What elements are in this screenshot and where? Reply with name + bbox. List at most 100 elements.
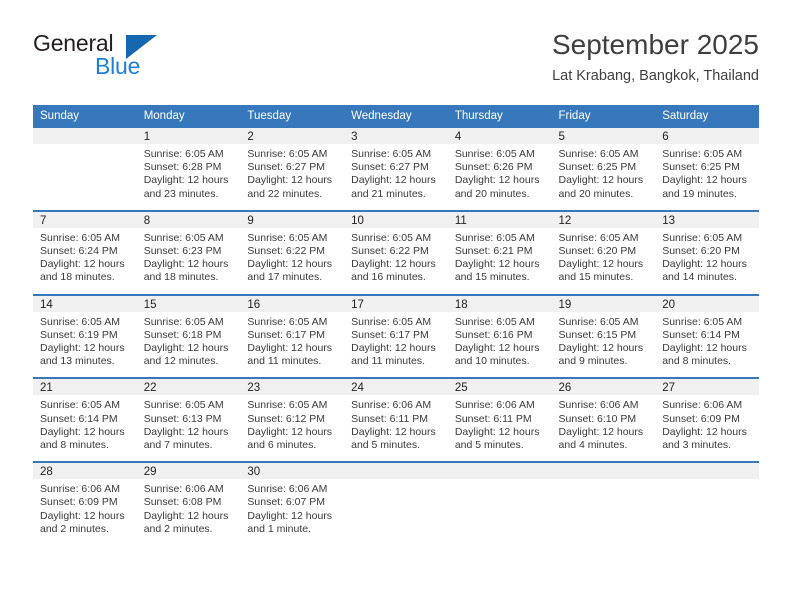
calendar-empty-cell	[655, 461, 759, 546]
day-sunrise-line: Sunrise: 6:06 AM	[143, 483, 224, 496]
calendar-day-cell[interactable]: 24 Sunrise: 6:06 AM Sunset: 6:11 PM Dayligh…	[344, 377, 448, 463]
day-number: 11	[447, 211, 552, 228]
day-details: Sunrise: 6:05 AM Sunset: 6:25 PM Daylight:…	[655, 144, 759, 210]
day-number: 27	[655, 379, 759, 396]
day-sunset-line: Sunset: 6:28 PM	[143, 161, 222, 174]
day-daylight-line: Daylight: 12 hours	[351, 342, 436, 355]
day-sunset-line: Sunset: 6:09 PM	[40, 496, 118, 509]
day-daylight-line: Daylight: 12 hours	[40, 342, 125, 355]
calendar-day-cell[interactable]: 22 Sunrise: 6:05 AM Sunset: 6:13 PM Dayligh…	[136, 377, 241, 463]
day-details	[33, 144, 137, 206]
calendar-day-cell[interactable]: 14 Sunrise: 6:05 AM Sunset: 6:19 PM Dayligh…	[33, 293, 137, 379]
day-sunrise-line: Sunrise: 6:05 AM	[247, 399, 328, 412]
calendar-day-cell[interactable]: 20 Sunrise: 6:05 AM Sunset: 6:14 PM Dayligh…	[655, 293, 759, 379]
calendar-week-row: 21 Sunrise: 6:05 AM Sunset: 6:14 PM Dayligh…	[33, 377, 759, 463]
calendar-day-cell[interactable]: 30 Sunrise: 6:06 AM Sunset: 6:07 PM Dayligh…	[240, 461, 345, 546]
day-daylight-line: and 8 minutes.	[40, 439, 109, 452]
calendar-empty-cell	[344, 461, 448, 546]
day-number: 3	[344, 128, 448, 144]
day-daylight-line: and 19 minutes.	[662, 187, 737, 200]
day-number: 17	[344, 295, 448, 312]
calendar-day-cell[interactable]: 11 Sunrise: 6:05 AM Sunset: 6:21 PM Dayligh…	[447, 209, 552, 295]
day-daylight-line: and 8 minutes.	[662, 355, 732, 368]
day-details: Sunrise: 6:05 AM Sunset: 6:23 PM Daylight:…	[137, 228, 241, 294]
calendar-day-cell[interactable]: 27 Sunrise: 6:06 AM Sunset: 6:09 PM Dayligh…	[655, 377, 759, 463]
day-sunset-line: Sunset: 6:11 PM	[351, 412, 428, 425]
day-details: Sunrise: 6:05 AM Sunset: 6:22 PM Daylight:…	[240, 228, 344, 294]
calendar-day-cell[interactable]: 17 Sunrise: 6:05 AM Sunset: 6:17 PM Dayligh…	[344, 293, 448, 379]
day-sunset-line: Sunset: 6:27 PM	[247, 161, 326, 174]
day-details: Sunrise: 6:05 AM Sunset: 6:27 PM Daylight:…	[240, 144, 344, 210]
day-daylight-line: and 18 minutes.	[40, 271, 115, 284]
day-number: 29	[136, 463, 241, 480]
day-details: Sunrise: 6:06 AM Sunset: 6:11 PM Daylight:…	[448, 395, 552, 461]
calendar-day-cell[interactable]: 26 Sunrise: 6:06 AM Sunset: 6:10 PM Dayligh…	[551, 377, 656, 463]
day-number: 13	[655, 211, 759, 228]
calendar-day-cell[interactable]: 28 Sunrise: 6:06 AM Sunset: 6:09 PM Dayligh…	[33, 461, 137, 546]
general-blue-logo[interactable]: General Blue	[33, 30, 253, 88]
day-sunrise-line: Sunrise: 6:06 AM	[351, 399, 432, 412]
day-details: Sunrise: 6:05 AM Sunset: 6:19 PM Daylight:…	[33, 312, 137, 378]
calendar-day-cell[interactable]: 4 Sunrise: 6:05 AM Sunset: 6:26 PM Daylight…	[447, 128, 552, 211]
day-number: 10	[344, 211, 448, 228]
day-daylight-line: Daylight: 12 hours	[351, 174, 436, 187]
calendar-day-cell[interactable]: 21 Sunrise: 6:05 AM Sunset: 6:14 PM Dayligh…	[33, 377, 137, 463]
day-number	[551, 463, 656, 480]
day-daylight-line: Daylight: 12 hours	[558, 258, 644, 271]
day-daylight-line: Daylight: 12 hours	[662, 342, 747, 355]
day-details: Sunrise: 6:06 AM Sunset: 6:11 PM Daylight:…	[344, 395, 448, 461]
day-sunrise-line: Sunrise: 6:05 AM	[351, 315, 432, 328]
day-daylight-line: Daylight: 12 hours	[662, 425, 747, 438]
calendar-day-cell[interactable]: 23 Sunrise: 6:05 AM Sunset: 6:12 PM Dayligh…	[240, 377, 345, 463]
day-details: Sunrise: 6:05 AM Sunset: 6:17 PM Daylight:…	[240, 312, 344, 378]
day-daylight-line: and 4 minutes.	[558, 439, 628, 452]
day-number: 28	[33, 463, 137, 480]
weekday-header-thursday: Thursday	[447, 105, 552, 128]
day-daylight-line: Daylight: 12 hours	[40, 425, 125, 438]
day-daylight-line: and 10 minutes.	[454, 355, 530, 368]
day-sunset-line: Sunset: 6:20 PM	[558, 245, 637, 258]
calendar-day-cell[interactable]: 18 Sunrise: 6:05 AM Sunset: 6:16 PM Dayligh…	[447, 293, 552, 379]
calendar-empty-cell	[551, 461, 656, 546]
day-sunset-line: Sunset: 6:16 PM	[454, 328, 533, 341]
calendar-day-cell[interactable]: 19 Sunrise: 6:05 AM Sunset: 6:15 PM Dayligh…	[551, 293, 656, 379]
calendar-day-cell[interactable]: 12 Sunrise: 6:05 AM Sunset: 6:20 PM Dayligh…	[551, 209, 656, 295]
day-daylight-line: and 22 minutes.	[247, 187, 323, 200]
day-sunset-line: Sunset: 6:25 PM	[558, 161, 637, 174]
day-daylight-line: Daylight: 12 hours	[247, 342, 333, 355]
day-details: Sunrise: 6:05 AM Sunset: 6:20 PM Daylight:…	[552, 228, 656, 294]
day-number	[344, 463, 448, 480]
calendar-day-cell[interactable]: 2 Sunrise: 6:05 AM Sunset: 6:27 PM Daylight…	[240, 128, 345, 211]
calendar-day-cell[interactable]: 13 Sunrise: 6:05 AM Sunset: 6:20 PM Dayligh…	[655, 209, 759, 295]
calendar-day-cell[interactable]: 6 Sunrise: 6:05 AM Sunset: 6:25 PM Daylight…	[655, 128, 759, 211]
day-details: Sunrise: 6:06 AM Sunset: 6:07 PM Daylight:…	[240, 479, 344, 545]
location-subtitle: Lat Krabang, Bangkok, Thailand	[552, 68, 759, 84]
calendar-day-cell[interactable]: 3 Sunrise: 6:05 AM Sunset: 6:27 PM Daylight…	[344, 128, 448, 211]
calendar-day-cell[interactable]: 1 Sunrise: 6:05 AM Sunset: 6:28 PM Daylight…	[136, 128, 241, 211]
day-daylight-line: and 5 minutes.	[454, 439, 524, 452]
day-details: Sunrise: 6:05 AM Sunset: 6:24 PM Daylight:…	[33, 228, 137, 294]
calendar-day-cell[interactable]: 29 Sunrise: 6:06 AM Sunset: 6:08 PM Dayligh…	[136, 461, 241, 546]
calendar-day-cell[interactable]: 16 Sunrise: 6:05 AM Sunset: 6:17 PM Dayligh…	[240, 293, 345, 379]
day-details: Sunrise: 6:05 AM Sunset: 6:22 PM Daylight:…	[344, 228, 448, 294]
calendar-day-cell[interactable]: 15 Sunrise: 6:05 AM Sunset: 6:18 PM Dayligh…	[136, 293, 241, 379]
day-number: 19	[551, 295, 656, 312]
day-details: Sunrise: 6:05 AM Sunset: 6:14 PM Daylight:…	[655, 312, 759, 378]
calendar-day-cell[interactable]: 7 Sunrise: 6:05 AM Sunset: 6:24 PM Daylight…	[33, 209, 137, 295]
day-sunset-line: Sunset: 6:19 PM	[40, 328, 118, 341]
calendar-empty-cell	[33, 128, 137, 211]
calendar-day-cell[interactable]: 25 Sunrise: 6:06 AM Sunset: 6:11 PM Dayligh…	[447, 377, 552, 463]
day-details: Sunrise: 6:05 AM Sunset: 6:18 PM Daylight:…	[137, 312, 241, 378]
day-daylight-line: and 5 minutes.	[351, 439, 420, 452]
calendar-day-cell[interactable]: 8 Sunrise: 6:05 AM Sunset: 6:23 PM Daylight…	[136, 209, 241, 295]
calendar-day-cell[interactable]: 9 Sunrise: 6:05 AM Sunset: 6:22 PM Daylight…	[240, 209, 345, 295]
day-sunrise-line: Sunrise: 6:05 AM	[143, 231, 224, 244]
day-daylight-line: Daylight: 12 hours	[662, 174, 747, 187]
day-daylight-line: and 9 minutes.	[558, 355, 628, 368]
day-daylight-line: Daylight: 12 hours	[351, 425, 436, 438]
day-details	[552, 479, 656, 541]
calendar-day-cell[interactable]: 5 Sunrise: 6:05 AM Sunset: 6:25 PM Daylight…	[551, 128, 656, 211]
day-daylight-line: and 12 minutes.	[143, 355, 219, 368]
day-daylight-line: and 6 minutes.	[247, 439, 317, 452]
calendar-day-cell[interactable]: 10 Sunrise: 6:05 AM Sunset: 6:22 PM Dayligh…	[344, 209, 448, 295]
